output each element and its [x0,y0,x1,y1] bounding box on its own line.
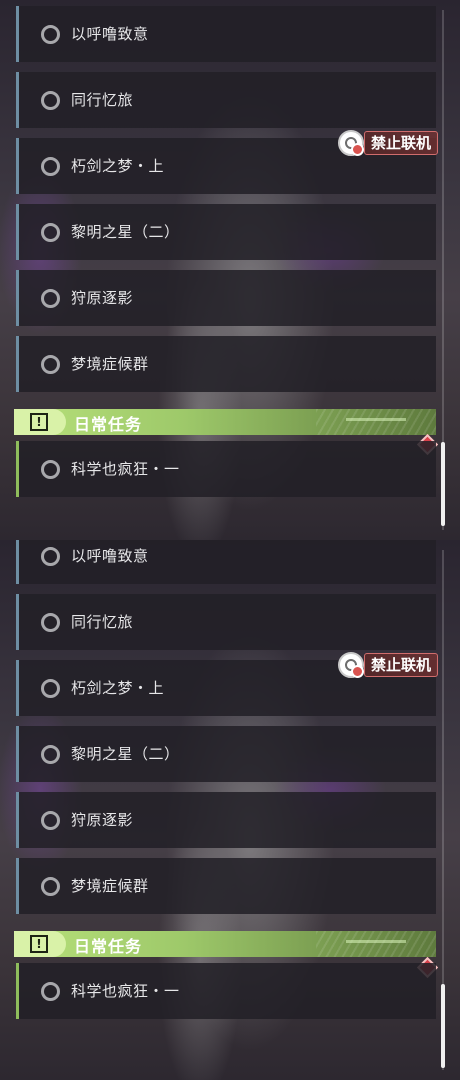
radio-circle-icon [41,289,60,308]
no-coop-label: 禁止联机 [364,653,439,677]
radio-circle-icon [41,877,60,896]
quest-label: 狩原逐影 [71,289,134,307]
quest-panel-top: 以呼噜致意 同行忆旅 朽剑之梦・上 黎明之星（二） 狩原逐影 梦境症候群 禁止联… [0,0,460,540]
header-decoration [346,418,406,421]
quest-label: 以呼噜致意 [71,25,149,43]
daily-section-header: ! 日常任务 [14,931,436,957]
quest-label: 朽剑之梦・上 [71,679,165,697]
quest-label: 同行忆旅 [71,91,134,109]
no-coop-icon [338,652,364,678]
daily-section-header: ! 日常任务 [14,409,436,435]
radio-circle-icon [41,25,60,44]
quest-label: 科学也疯狂・一 [71,460,180,478]
quest-label: 黎明之星（二） [71,223,180,241]
quest-row-5[interactable]: 狩原逐影 [16,792,436,848]
alert-badge: ! [14,409,66,435]
daily-quest-row[interactable]: 科学也疯狂・一 [16,963,436,1019]
radio-circle-icon [41,223,60,242]
alert-badge: ! [14,931,66,957]
header-stripes [316,409,436,435]
exclamation-icon: ! [30,413,48,431]
quest-row-5[interactable]: 狩原逐影 [16,270,436,326]
quest-label: 狩原逐影 [71,811,134,829]
header-decoration [346,940,406,943]
section-title: 日常任务 [74,415,143,434]
radio-circle-icon [41,679,60,698]
quest-row-6[interactable]: 梦境症候群 [16,858,436,914]
scroll-thumb[interactable] [441,442,445,526]
quest-row-6[interactable]: 梦境症候群 [16,336,436,392]
radio-circle-icon [41,355,60,374]
section-title: 日常任务 [74,937,143,956]
quest-row-2[interactable]: 同行忆旅 [16,72,436,128]
radio-circle-icon [41,745,60,764]
radio-circle-icon [41,91,60,110]
quest-row-2[interactable]: 同行忆旅 [16,594,436,650]
no-coop-icon [338,130,364,156]
no-coop-label: 禁止联机 [364,131,439,155]
scroll-thumb[interactable] [441,984,445,1068]
radio-circle-icon [41,811,60,830]
quest-row-1[interactable]: 以呼噜致意 [16,540,436,584]
quest-label: 以呼噜致意 [71,547,149,565]
quest-row-4[interactable]: 黎明之星（二） [16,726,436,782]
exclamation-icon: ! [30,935,48,953]
quest-row-1[interactable]: 以呼噜致意 [16,6,436,62]
no-coop-badge: 禁止联机 [338,130,439,157]
quest-label: 同行忆旅 [71,613,134,631]
quest-label: 梦境症候群 [71,355,149,373]
quest-label: 梦境症候群 [71,877,149,895]
no-coop-badge: 禁止联机 [338,652,439,679]
header-stripes [316,931,436,957]
quest-row-4[interactable]: 黎明之星（二） [16,204,436,260]
radio-circle-icon [41,613,60,632]
radio-circle-icon [41,547,60,566]
radio-circle-icon [41,982,60,1001]
quest-label: 科学也疯狂・一 [71,982,180,1000]
daily-quest-row[interactable]: 科学也疯狂・一 [16,441,436,497]
radio-circle-icon [41,460,60,479]
quest-panel-bottom: 以呼噜致意 同行忆旅 朽剑之梦・上 黎明之星（二） 狩原逐影 梦境症候群 禁止联… [0,540,460,1080]
quest-label: 朽剑之梦・上 [71,157,165,175]
quest-label: 黎明之星（二） [71,745,180,763]
radio-circle-icon [41,157,60,176]
